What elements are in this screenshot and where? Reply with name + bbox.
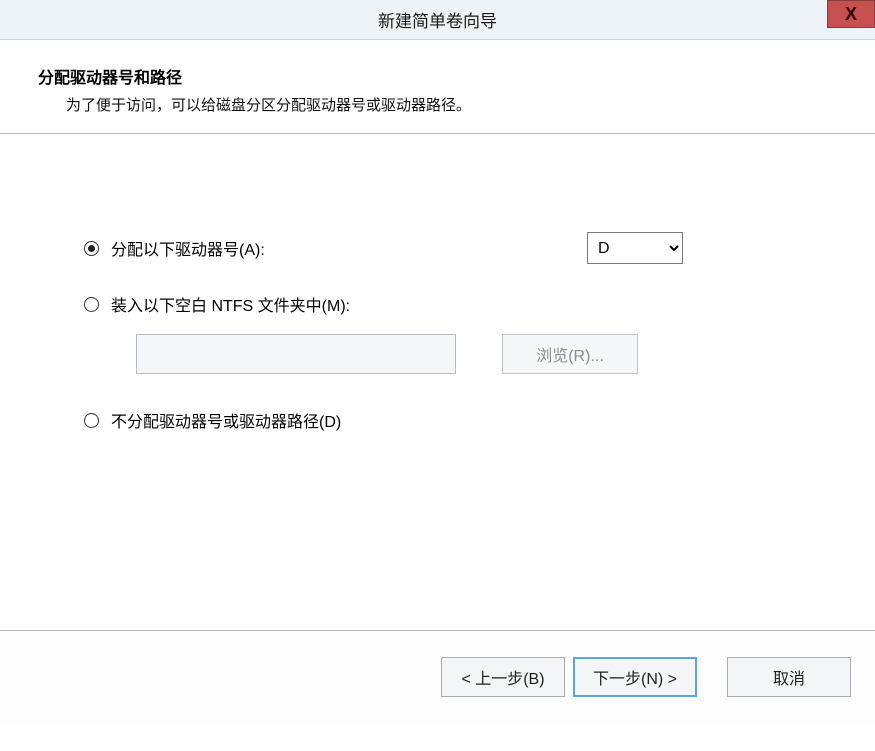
assign-letter-label: 分配以下驱动器号(A): <box>111 236 265 260</box>
mount-path-input <box>136 334 456 374</box>
window-title: 新建简单卷向导 <box>378 7 497 32</box>
titlebar: 新建简单卷向导 X <box>0 0 875 40</box>
radio-no-assign[interactable] <box>84 413 99 428</box>
wizard-content: 分配以下驱动器号(A): D 装入以下空白 NTFS 文件夹中(M): 浏览(R… <box>0 134 875 630</box>
cancel-button[interactable]: 取消 <box>727 657 851 697</box>
back-button[interactable]: < 上一步(B) <box>441 657 565 697</box>
radio-mount-folder[interactable] <box>84 297 99 312</box>
no-assign-label: 不分配驱动器号或驱动器路径(D) <box>111 408 341 432</box>
mount-folder-row: 浏览(R)... <box>136 334 815 374</box>
next-button[interactable]: 下一步(N) > <box>573 657 697 697</box>
page-subtitle: 为了便于访问，可以给磁盘分区分配驱动器号或驱动器路径。 <box>66 94 867 115</box>
radio-assign-letter[interactable] <box>84 241 99 256</box>
close-icon: X <box>845 4 857 25</box>
option-assign-letter[interactable]: 分配以下驱动器号(A): D <box>84 232 815 264</box>
browse-button: 浏览(R)... <box>502 334 638 374</box>
wizard-header: 分配驱动器号和路径 为了便于访问，可以给磁盘分区分配驱动器号或驱动器路径。 <box>0 40 875 133</box>
page-heading: 分配驱动器号和路径 <box>38 64 867 88</box>
option-no-assign[interactable]: 不分配驱动器号或驱动器路径(D) <box>84 408 815 432</box>
close-button[interactable]: X <box>827 0 875 28</box>
drive-letter-select[interactable]: D <box>587 232 683 264</box>
mount-folder-label: 装入以下空白 NTFS 文件夹中(M): <box>111 292 350 316</box>
wizard-footer: < 上一步(B) 下一步(N) > 取消 <box>0 630 875 722</box>
option-mount-folder[interactable]: 装入以下空白 NTFS 文件夹中(M): <box>84 292 815 316</box>
